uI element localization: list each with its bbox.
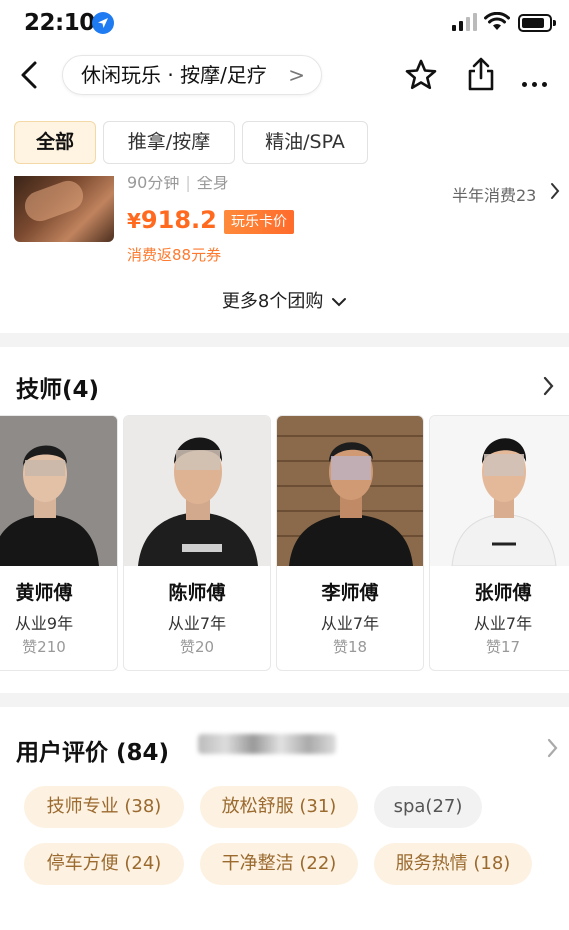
technician-experience: 从业7年 — [473, 614, 533, 633]
deal-scope: 全身 — [196, 176, 229, 192]
technician-name: 张师傅 — [474, 582, 532, 604]
blurred-content — [198, 734, 336, 754]
chevron-right-icon[interactable] — [543, 374, 555, 398]
technician-card[interactable]: 黄师傅 从业9年 赞210 — [0, 415, 118, 671]
technician-experience: 从业7年 — [320, 614, 380, 633]
technicians-title: 技师(4) — [16, 377, 100, 403]
section-divider — [0, 693, 569, 707]
technician-photo — [0, 416, 117, 566]
battery-icon — [518, 14, 556, 32]
tab-oil-spa[interactable]: 精油/SPA — [242, 121, 368, 164]
technician-experience: 从业7年 — [167, 614, 227, 633]
technician-photo — [124, 416, 270, 566]
category-breadcrumb[interactable]: 休闲玩乐 · 按摩/足疗 > — [62, 55, 322, 95]
favorite-star-icon[interactable] — [404, 58, 438, 92]
deal-price: ¥918.2 — [127, 206, 217, 234]
signal-icon — [452, 13, 477, 31]
technician-photo — [430, 416, 569, 566]
coupon-text: 消费返88元券 — [127, 246, 222, 264]
status-bar: 22:10 — [0, 0, 569, 48]
sold-count: 半年消费23 — [452, 186, 537, 205]
chevron-right-icon[interactable] — [549, 178, 561, 204]
review-tag[interactable]: 停车方便 (24) — [24, 843, 184, 885]
technician-likes: 赞18 — [332, 638, 368, 656]
more-options-icon[interactable] — [522, 72, 552, 91]
review-tag[interactable]: spa(27) — [374, 786, 482, 828]
price-value: 918.2 — [140, 206, 217, 234]
chevron-right-icon[interactable] — [546, 736, 560, 760]
technician-card[interactable]: 陈师傅 从业7年 赞20 — [123, 415, 271, 671]
nav-bar: 休闲玩乐 · 按摩/足疗 > — [0, 50, 569, 100]
technician-likes: 赞210 — [22, 638, 66, 656]
chevron-right-icon: > — [288, 63, 305, 87]
review-tag[interactable]: 技师专业 (38) — [24, 786, 184, 828]
wifi-icon — [484, 12, 510, 30]
technician-name: 李师傅 — [321, 582, 379, 604]
technician-photo — [277, 416, 423, 566]
review-tag[interactable]: 服务热情 (18) — [374, 843, 532, 885]
technician-name: 黄师傅 — [15, 582, 73, 604]
share-icon[interactable] — [466, 56, 496, 92]
technician-carousel[interactable]: 黄师傅 从业9年 赞210 陈师傅 从业7年 赞20 李师傅 从业7年 赞18 … — [0, 415, 569, 673]
more-deals-label: 更多8个团购 — [221, 291, 324, 312]
review-tag[interactable]: 干净整洁 (22) — [200, 843, 358, 885]
technician-likes: 赞20 — [179, 638, 215, 656]
technician-experience: 从业9年 — [14, 614, 74, 633]
back-icon[interactable] — [18, 60, 40, 90]
card-price-badge: 玩乐卡价 — [224, 210, 294, 234]
status-time: 22:10 — [24, 10, 95, 36]
breadcrumb-label: 休闲玩乐 · 按摩/足疗 — [81, 63, 267, 87]
technician-card[interactable]: 李师傅 从业7年 赞18 — [276, 415, 424, 671]
section-divider — [0, 333, 569, 347]
technician-name: 陈师傅 — [168, 582, 226, 604]
currency-symbol: ¥ — [127, 209, 141, 233]
tab-tuina-massage[interactable]: 推拿/按摩 — [103, 121, 235, 164]
review-tag[interactable]: 放松舒服 (31) — [200, 786, 358, 828]
more-deals-button[interactable]: 更多8个团购 — [0, 287, 569, 313]
reviews-title: 用户评价 (84) — [16, 740, 170, 766]
technician-likes: 赞17 — [485, 638, 521, 656]
deal-meta: 90分钟 | 全身 — [127, 176, 229, 196]
chevron-down-icon — [332, 298, 347, 307]
location-arrow-icon — [92, 12, 114, 34]
deal-thumbnail[interactable] — [14, 176, 114, 242]
deal-duration: 90分钟 — [127, 176, 180, 192]
tab-all[interactable]: 全部 — [14, 121, 96, 164]
technician-card[interactable]: 张师傅 从业7年 赞17 — [429, 415, 569, 671]
